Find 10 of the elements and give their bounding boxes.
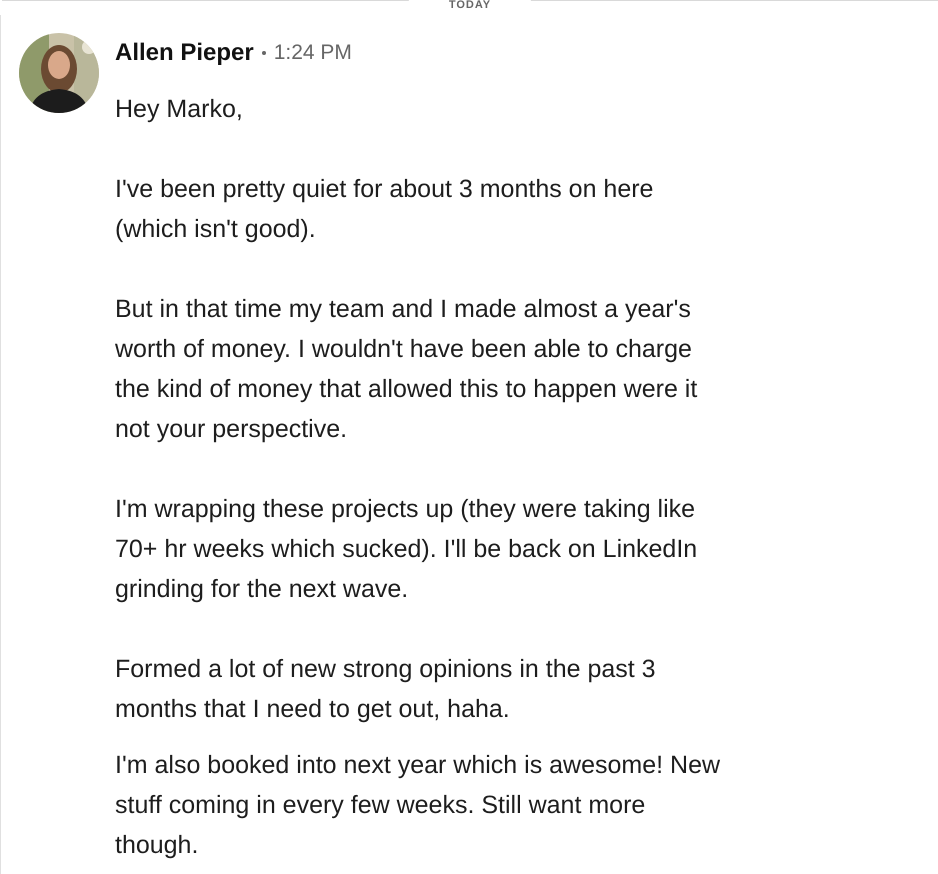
separator-dot bbox=[262, 51, 266, 55]
message-paragraph: I'm also booked into next year which is awesome! New stuff coming in every few weeks. Still want more though. bbox=[115, 750, 720, 861]
message-paragraph: I'm wrapping these projects up (they were taking like 70+ hr weeks which sucked). I'll be back on LinkedIn grinding for the next wave. bbox=[115, 494, 698, 605]
message-paragraph: Hey Marko, bbox=[115, 94, 244, 125]
message-time: 1:24 PM bbox=[274, 41, 352, 65]
message-paragraph: Formed a lot of new strong opinions in the past 3 months that I need to get out, haha. bbox=[115, 654, 657, 725]
message-paragraph: I've been pretty quiet for about 3 months on here (which isn't good). bbox=[115, 174, 654, 245]
message-paragraph: But in that time my team and I made almost a year's worth of money. I wouldn't have been able to charge the kind of money that allowed this to happen were it not your perspective. bbox=[115, 294, 698, 445]
day-divider-label: TODAY bbox=[408, 0, 532, 11]
sender-name[interactable]: Allen Pieper bbox=[115, 39, 254, 67]
